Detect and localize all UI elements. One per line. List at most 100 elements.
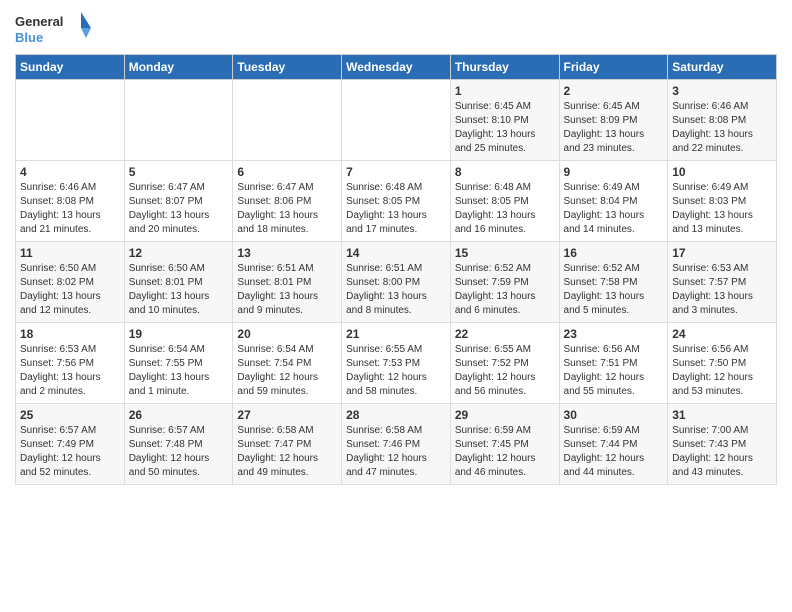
day-number: 22 <box>455 327 555 341</box>
day-number: 27 <box>237 408 337 422</box>
calendar-cell: 27 Sunrise: 6:58 AM Sunset: 7:47 PM Dayli… <box>233 404 342 485</box>
cell-content: Sunrise: 6:56 AM Sunset: 7:51 PM Dayligh… <box>564 343 664 399</box>
calendar-cell: 28 Sunrise: 6:58 AM Sunset: 7:46 PM Dayli… <box>342 404 451 485</box>
calendar-cell: 22 Sunrise: 6:55 AM Sunset: 7:52 PM Dayli… <box>450 323 559 404</box>
calendar-cell: 6Sunrise: 6:47 AM Sunset: 8:06 PM Daylig… <box>233 161 342 242</box>
cell-content: Sunrise: 6:47 AM Sunset: 8:07 PM Dayligh… <box>129 181 229 237</box>
day-number: 8 <box>455 165 555 179</box>
calendar-cell <box>233 80 342 161</box>
day-number: 1 <box>455 84 555 98</box>
calendar-cell: 31 Sunrise: 7:00 AM Sunset: 7:43 PM Dayli… <box>668 404 777 485</box>
calendar-cell: 21 Sunrise: 6:55 AM Sunset: 7:53 PM Dayli… <box>342 323 451 404</box>
day-number: 4 <box>20 165 120 179</box>
header-sunday: Sunday <box>16 55 125 80</box>
svg-text:Blue: Blue <box>15 30 43 45</box>
page-header: General Blue <box>15 10 777 48</box>
calendar-cell: 16Sunrise: 6:52 AM Sunset: 7:58 PM Dayli… <box>559 242 668 323</box>
calendar-cell: 26 Sunrise: 6:57 AM Sunset: 7:48 PM Dayli… <box>124 404 233 485</box>
cell-content: Sunrise: 6:48 AM Sunset: 8:05 PM Dayligh… <box>346 181 446 237</box>
day-number: 16 <box>564 246 664 260</box>
day-number: 2 <box>564 84 664 98</box>
day-number: 20 <box>237 327 337 341</box>
calendar-cell <box>124 80 233 161</box>
calendar-cell: 14 Sunrise: 6:51 AM Sunset: 8:00 PM Dayli… <box>342 242 451 323</box>
calendar-week-row: 4 Sunrise: 6:46 AM Sunset: 8:08 PM Daylig… <box>16 161 777 242</box>
logo-svg: General Blue <box>15 10 95 48</box>
logo: General Blue <box>15 10 95 48</box>
day-number: 10 <box>672 165 772 179</box>
calendar-cell: 10Sunrise: 6:49 AM Sunset: 8:03 PM Dayli… <box>668 161 777 242</box>
cell-content: Sunrise: 6:58 AM Sunset: 7:47 PM Dayligh… <box>237 424 337 480</box>
calendar-week-row: 11 Sunrise: 6:50 AM Sunset: 8:02 PM Dayli… <box>16 242 777 323</box>
svg-text:General: General <box>15 14 63 29</box>
calendar-cell: 3 Sunrise: 6:46 AM Sunset: 8:08 PM Daylig… <box>668 80 777 161</box>
cell-content: Sunrise: 7:00 AM Sunset: 7:43 PM Dayligh… <box>672 424 772 480</box>
cell-content: Sunrise: 6:46 AM Sunset: 8:08 PM Dayligh… <box>20 181 120 237</box>
calendar-cell: 2 Sunrise: 6:45 AM Sunset: 8:09 PM Daylig… <box>559 80 668 161</box>
cell-content: Sunrise: 6:57 AM Sunset: 7:48 PM Dayligh… <box>129 424 229 480</box>
calendar-cell: 24 Sunrise: 6:56 AM Sunset: 7:50 PM Dayli… <box>668 323 777 404</box>
cell-content: Sunrise: 6:59 AM Sunset: 7:45 PM Dayligh… <box>455 424 555 480</box>
header-thursday: Thursday <box>450 55 559 80</box>
calendar-cell: 25 Sunrise: 6:57 AM Sunset: 7:49 PM Dayli… <box>16 404 125 485</box>
calendar-week-row: 1 Sunrise: 6:45 AM Sunset: 8:10 PM Daylig… <box>16 80 777 161</box>
calendar-week-row: 25 Sunrise: 6:57 AM Sunset: 7:49 PM Dayli… <box>16 404 777 485</box>
header-monday: Monday <box>124 55 233 80</box>
calendar-header-row: SundayMondayTuesdayWednesdayThursdayFrid… <box>16 55 777 80</box>
cell-content: Sunrise: 6:49 AM Sunset: 8:04 PM Dayligh… <box>564 181 664 237</box>
cell-content: Sunrise: 6:55 AM Sunset: 7:53 PM Dayligh… <box>346 343 446 399</box>
header-saturday: Saturday <box>668 55 777 80</box>
calendar-cell <box>342 80 451 161</box>
day-number: 7 <box>346 165 446 179</box>
calendar-week-row: 18Sunrise: 6:53 AM Sunset: 7:56 PM Dayli… <box>16 323 777 404</box>
cell-content: Sunrise: 6:59 AM Sunset: 7:44 PM Dayligh… <box>564 424 664 480</box>
cell-content: Sunrise: 6:55 AM Sunset: 7:52 PM Dayligh… <box>455 343 555 399</box>
day-number: 5 <box>129 165 229 179</box>
cell-content: Sunrise: 6:50 AM Sunset: 8:02 PM Dayligh… <box>20 262 120 318</box>
day-number: 30 <box>564 408 664 422</box>
cell-content: Sunrise: 6:50 AM Sunset: 8:01 PM Dayligh… <box>129 262 229 318</box>
calendar-cell: 8 Sunrise: 6:48 AM Sunset: 8:05 PM Daylig… <box>450 161 559 242</box>
header-friday: Friday <box>559 55 668 80</box>
day-number: 11 <box>20 246 120 260</box>
cell-content: Sunrise: 6:56 AM Sunset: 7:50 PM Dayligh… <box>672 343 772 399</box>
cell-content: Sunrise: 6:51 AM Sunset: 8:00 PM Dayligh… <box>346 262 446 318</box>
header-wednesday: Wednesday <box>342 55 451 80</box>
cell-content: Sunrise: 6:52 AM Sunset: 7:59 PM Dayligh… <box>455 262 555 318</box>
header-tuesday: Tuesday <box>233 55 342 80</box>
day-number: 26 <box>129 408 229 422</box>
day-number: 15 <box>455 246 555 260</box>
day-number: 13 <box>237 246 337 260</box>
day-number: 29 <box>455 408 555 422</box>
cell-content: Sunrise: 6:54 AM Sunset: 7:55 PM Dayligh… <box>129 343 229 399</box>
cell-content: Sunrise: 6:46 AM Sunset: 8:08 PM Dayligh… <box>672 100 772 156</box>
calendar-cell: 29 Sunrise: 6:59 AM Sunset: 7:45 PM Dayli… <box>450 404 559 485</box>
day-number: 31 <box>672 408 772 422</box>
calendar-cell: 23Sunrise: 6:56 AM Sunset: 7:51 PM Dayli… <box>559 323 668 404</box>
cell-content: Sunrise: 6:45 AM Sunset: 8:09 PM Dayligh… <box>564 100 664 156</box>
day-number: 3 <box>672 84 772 98</box>
day-number: 21 <box>346 327 446 341</box>
day-number: 25 <box>20 408 120 422</box>
calendar-cell: 20Sunrise: 6:54 AM Sunset: 7:54 PM Dayli… <box>233 323 342 404</box>
calendar-cell: 4 Sunrise: 6:46 AM Sunset: 8:08 PM Daylig… <box>16 161 125 242</box>
day-number: 24 <box>672 327 772 341</box>
day-number: 28 <box>346 408 446 422</box>
cell-content: Sunrise: 6:45 AM Sunset: 8:10 PM Dayligh… <box>455 100 555 156</box>
calendar-cell: 7 Sunrise: 6:48 AM Sunset: 8:05 PM Daylig… <box>342 161 451 242</box>
cell-content: Sunrise: 6:58 AM Sunset: 7:46 PM Dayligh… <box>346 424 446 480</box>
day-number: 14 <box>346 246 446 260</box>
calendar-cell: 19Sunrise: 6:54 AM Sunset: 7:55 PM Dayli… <box>124 323 233 404</box>
calendar-cell: 30 Sunrise: 6:59 AM Sunset: 7:44 PM Dayli… <box>559 404 668 485</box>
calendar-cell: 17Sunrise: 6:53 AM Sunset: 7:57 PM Dayli… <box>668 242 777 323</box>
cell-content: Sunrise: 6:57 AM Sunset: 7:49 PM Dayligh… <box>20 424 120 480</box>
cell-content: Sunrise: 6:47 AM Sunset: 8:06 PM Dayligh… <box>237 181 337 237</box>
cell-content: Sunrise: 6:48 AM Sunset: 8:05 PM Dayligh… <box>455 181 555 237</box>
cell-content: Sunrise: 6:53 AM Sunset: 7:57 PM Dayligh… <box>672 262 772 318</box>
calendar-cell: 1 Sunrise: 6:45 AM Sunset: 8:10 PM Daylig… <box>450 80 559 161</box>
calendar-cell: 13 Sunrise: 6:51 AM Sunset: 8:01 PM Dayli… <box>233 242 342 323</box>
day-number: 18 <box>20 327 120 341</box>
cell-content: Sunrise: 6:51 AM Sunset: 8:01 PM Dayligh… <box>237 262 337 318</box>
calendar-cell: 15 Sunrise: 6:52 AM Sunset: 7:59 PM Dayli… <box>450 242 559 323</box>
calendar-cell: 18Sunrise: 6:53 AM Sunset: 7:56 PM Dayli… <box>16 323 125 404</box>
